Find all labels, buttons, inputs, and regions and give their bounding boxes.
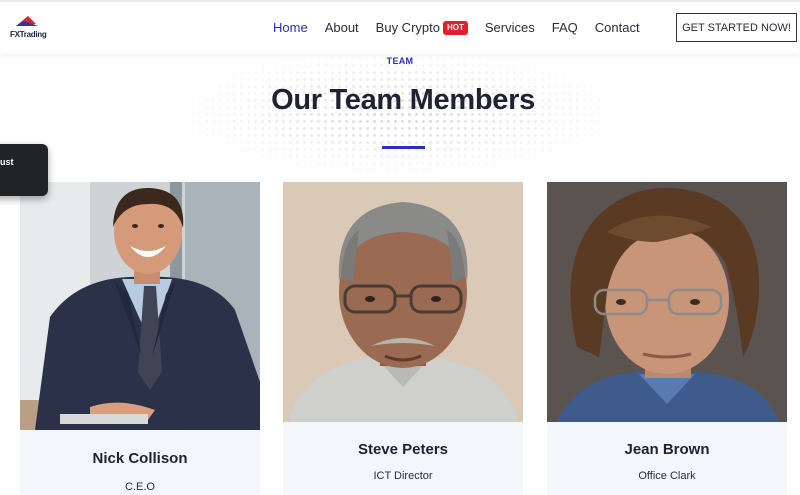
- nav-buy-crypto[interactable]: Buy Crypto HOT: [376, 20, 468, 35]
- team-card: Steve Peters ICT Director: [283, 182, 523, 495]
- hot-badge: HOT: [442, 20, 468, 35]
- team-member-photo: [283, 182, 523, 422]
- team-member-name: Nick Collison: [92, 450, 188, 467]
- team-member-name: Steve Peters: [357, 441, 449, 458]
- section-title: Our Team Members: [271, 84, 535, 116]
- site-header: FXTrading Home About Buy Crypto HOT Serv…: [0, 0, 800, 54]
- team-member-name: Jean Brown: [624, 441, 710, 458]
- team-card: Jean Brown Office Clark: [547, 182, 787, 495]
- get-started-button[interactable]: GET STARTED NOW!: [676, 13, 797, 42]
- logo-mark-icon: [16, 16, 38, 26]
- side-notification-toast[interactable]: ust: [0, 144, 48, 196]
- nav-faq[interactable]: FAQ: [552, 20, 578, 35]
- logo-text: FXTrading: [10, 30, 47, 39]
- title-underline: [382, 146, 425, 149]
- team-card: Nick Collison C.E.O: [20, 182, 260, 495]
- section-eyebrow: TEAM: [386, 56, 414, 66]
- team-member-role: ICT Director: [373, 470, 433, 482]
- nav-home[interactable]: Home: [273, 20, 308, 35]
- main-nav: Home About Buy Crypto HOT Services FAQ C…: [273, 20, 657, 35]
- team-card-info: Jean Brown Office Clark: [547, 422, 787, 495]
- nav-contact[interactable]: Contact: [595, 20, 640, 35]
- team-member-role: Office Clark: [638, 470, 696, 482]
- team-member-role: C.E.O: [125, 481, 155, 493]
- brand-logo[interactable]: FXTrading: [10, 14, 54, 42]
- nav-about[interactable]: About: [325, 20, 359, 35]
- team-member-photo: [547, 182, 787, 422]
- team-member-photo: [20, 182, 260, 430]
- side-toast-text: ust: [0, 157, 14, 167]
- nav-services[interactable]: Services: [485, 20, 535, 35]
- team-card-info: Steve Peters ICT Director: [283, 422, 523, 495]
- team-card-info: Nick Collison C.E.O: [20, 430, 260, 495]
- nav-buy-crypto-label: Buy Crypto: [375, 20, 440, 35]
